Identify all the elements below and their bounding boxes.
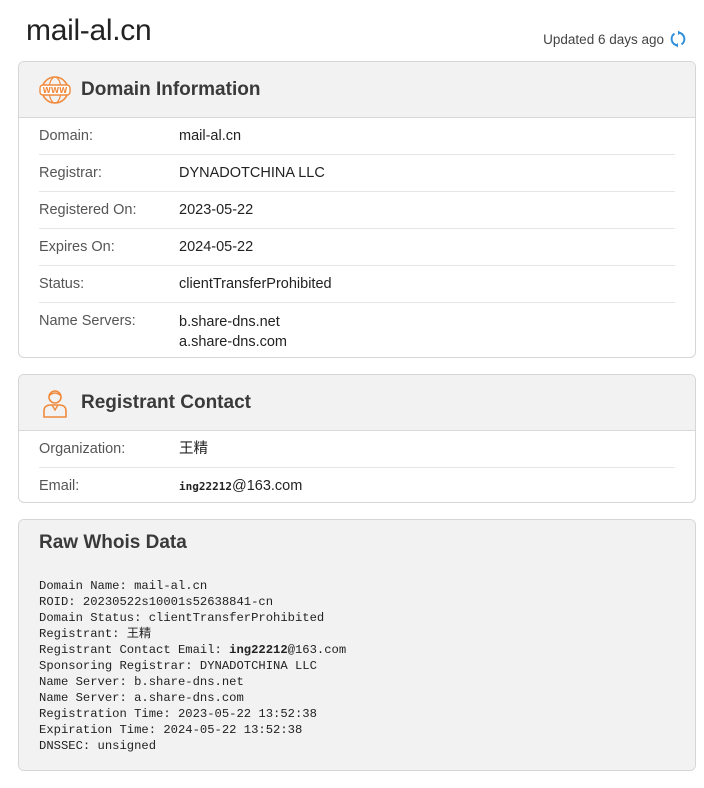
registrant-rows: Organization: 王精 Email: ing22212@163.com xyxy=(19,431,695,502)
status-row: Status: clientTransferProhibited xyxy=(39,266,675,303)
raw-line: Name Server: a.share-dns.com xyxy=(39,691,244,705)
registered-on-label: Registered On: xyxy=(39,202,137,218)
raw-whois-header: Raw Whois Data xyxy=(19,520,695,566)
updated-text: Updated 6 days ago xyxy=(543,31,664,47)
raw-email-domain: @163.com xyxy=(287,643,347,657)
organization-label: Organization: xyxy=(39,441,126,457)
organization-row: Organization: 王精 xyxy=(39,431,675,468)
expires-on-row: Expires On: 2024-05-22 xyxy=(39,229,675,266)
domain-label: Domain: xyxy=(39,128,93,144)
email-value: ing22212@163.com xyxy=(179,477,302,496)
name-servers-label: Name Servers: xyxy=(39,313,136,329)
raw-line: Registrant Contact Email: ing22212@163.c… xyxy=(39,642,675,658)
raw-line: ROID: 20230522s10001s52638841-cn xyxy=(39,595,274,609)
domain-value: mail-al.cn xyxy=(179,128,242,144)
registrar-row: Registrar: DYNADOTCHINA LLC xyxy=(39,155,675,192)
raw-line: Expiration Time: 2024-05-22 13:52:38 xyxy=(39,723,303,737)
person-icon xyxy=(39,387,71,419)
www-globe-icon: WWW xyxy=(39,74,71,106)
email-domain: @163.com xyxy=(231,478,303,494)
page: mail-al.cn Updated 6 days ago WWW Domain… xyxy=(0,0,704,788)
email-label: Email: xyxy=(39,478,80,494)
registrant-contact-header: Registrant Contact xyxy=(19,375,695,431)
registrar-label: Registrar: xyxy=(39,165,102,181)
status-label: Status: xyxy=(39,276,85,292)
svg-text:WWW: WWW xyxy=(43,86,69,95)
raw-email-user: ing22212 xyxy=(229,643,288,657)
raw-email-prefix: Registrant Contact Email: xyxy=(39,643,230,657)
expires-on-value: 2024-05-22 xyxy=(179,239,254,255)
raw-line: Registration Time: 2023-05-22 13:52:38 xyxy=(39,707,317,721)
raw-line: Domain Status: clientTransferProhibited xyxy=(39,611,325,625)
raw-line: DNSSEC: unsigned xyxy=(39,739,157,753)
raw-whois-text: Domain Name: mail-al.cn ROID: 20230522s1… xyxy=(19,566,695,770)
registrant-contact-title: Registrant Contact xyxy=(81,391,251,413)
name-servers-value: b.share-dns.net a.share-dns.com xyxy=(179,312,287,352)
name-server-item: b.share-dns.net xyxy=(179,314,280,330)
domain-row: Domain: mail-al.cn xyxy=(39,118,675,155)
email-user: ing22212 xyxy=(179,480,232,493)
raw-line: Sponsoring Registrar: DYNADOTCHINA LLC xyxy=(39,659,317,673)
raw-line: Domain Name: mail-al.cn xyxy=(39,579,208,593)
name-servers-row: Name Servers: b.share-dns.net a.share-dn… xyxy=(39,303,675,357)
registered-on-value: 2023-05-22 xyxy=(179,202,254,218)
registrar-value: DYNADOTCHINA LLC xyxy=(179,165,325,181)
page-header: mail-al.cn Updated 6 days ago xyxy=(0,0,704,60)
expires-on-label: Expires On: xyxy=(39,239,115,255)
status-value: clientTransferProhibited xyxy=(179,276,332,292)
raw-whois-title: Raw Whois Data xyxy=(39,532,187,553)
raw-whois-card: Raw Whois Data Domain Name: mail-al.cn R… xyxy=(18,519,696,771)
email-row: Email: ing22212@163.com xyxy=(39,468,675,502)
raw-line: Name Server: b.share-dns.net xyxy=(39,675,244,689)
domain-information-header: WWW Domain Information xyxy=(19,62,695,118)
domain-information-title: Domain Information xyxy=(81,78,261,100)
name-server-item: a.share-dns.com xyxy=(179,334,287,350)
registered-on-row: Registered On: 2023-05-22 xyxy=(39,192,675,229)
domain-information-card: WWW Domain Information Domain: mail-al.c… xyxy=(18,61,696,358)
raw-line: Registrant: 王精 xyxy=(39,627,152,641)
updated-status: Updated 6 days ago xyxy=(543,30,686,48)
registrant-contact-card: Registrant Contact Organization: 王精 Emai… xyxy=(18,374,696,503)
organization-value: 王精 xyxy=(179,441,208,457)
domain-information-rows: Domain: mail-al.cn Registrar: DYNADOTCHI… xyxy=(19,118,695,357)
refresh-icon[interactable] xyxy=(670,30,686,48)
page-title: mail-al.cn xyxy=(26,14,152,47)
